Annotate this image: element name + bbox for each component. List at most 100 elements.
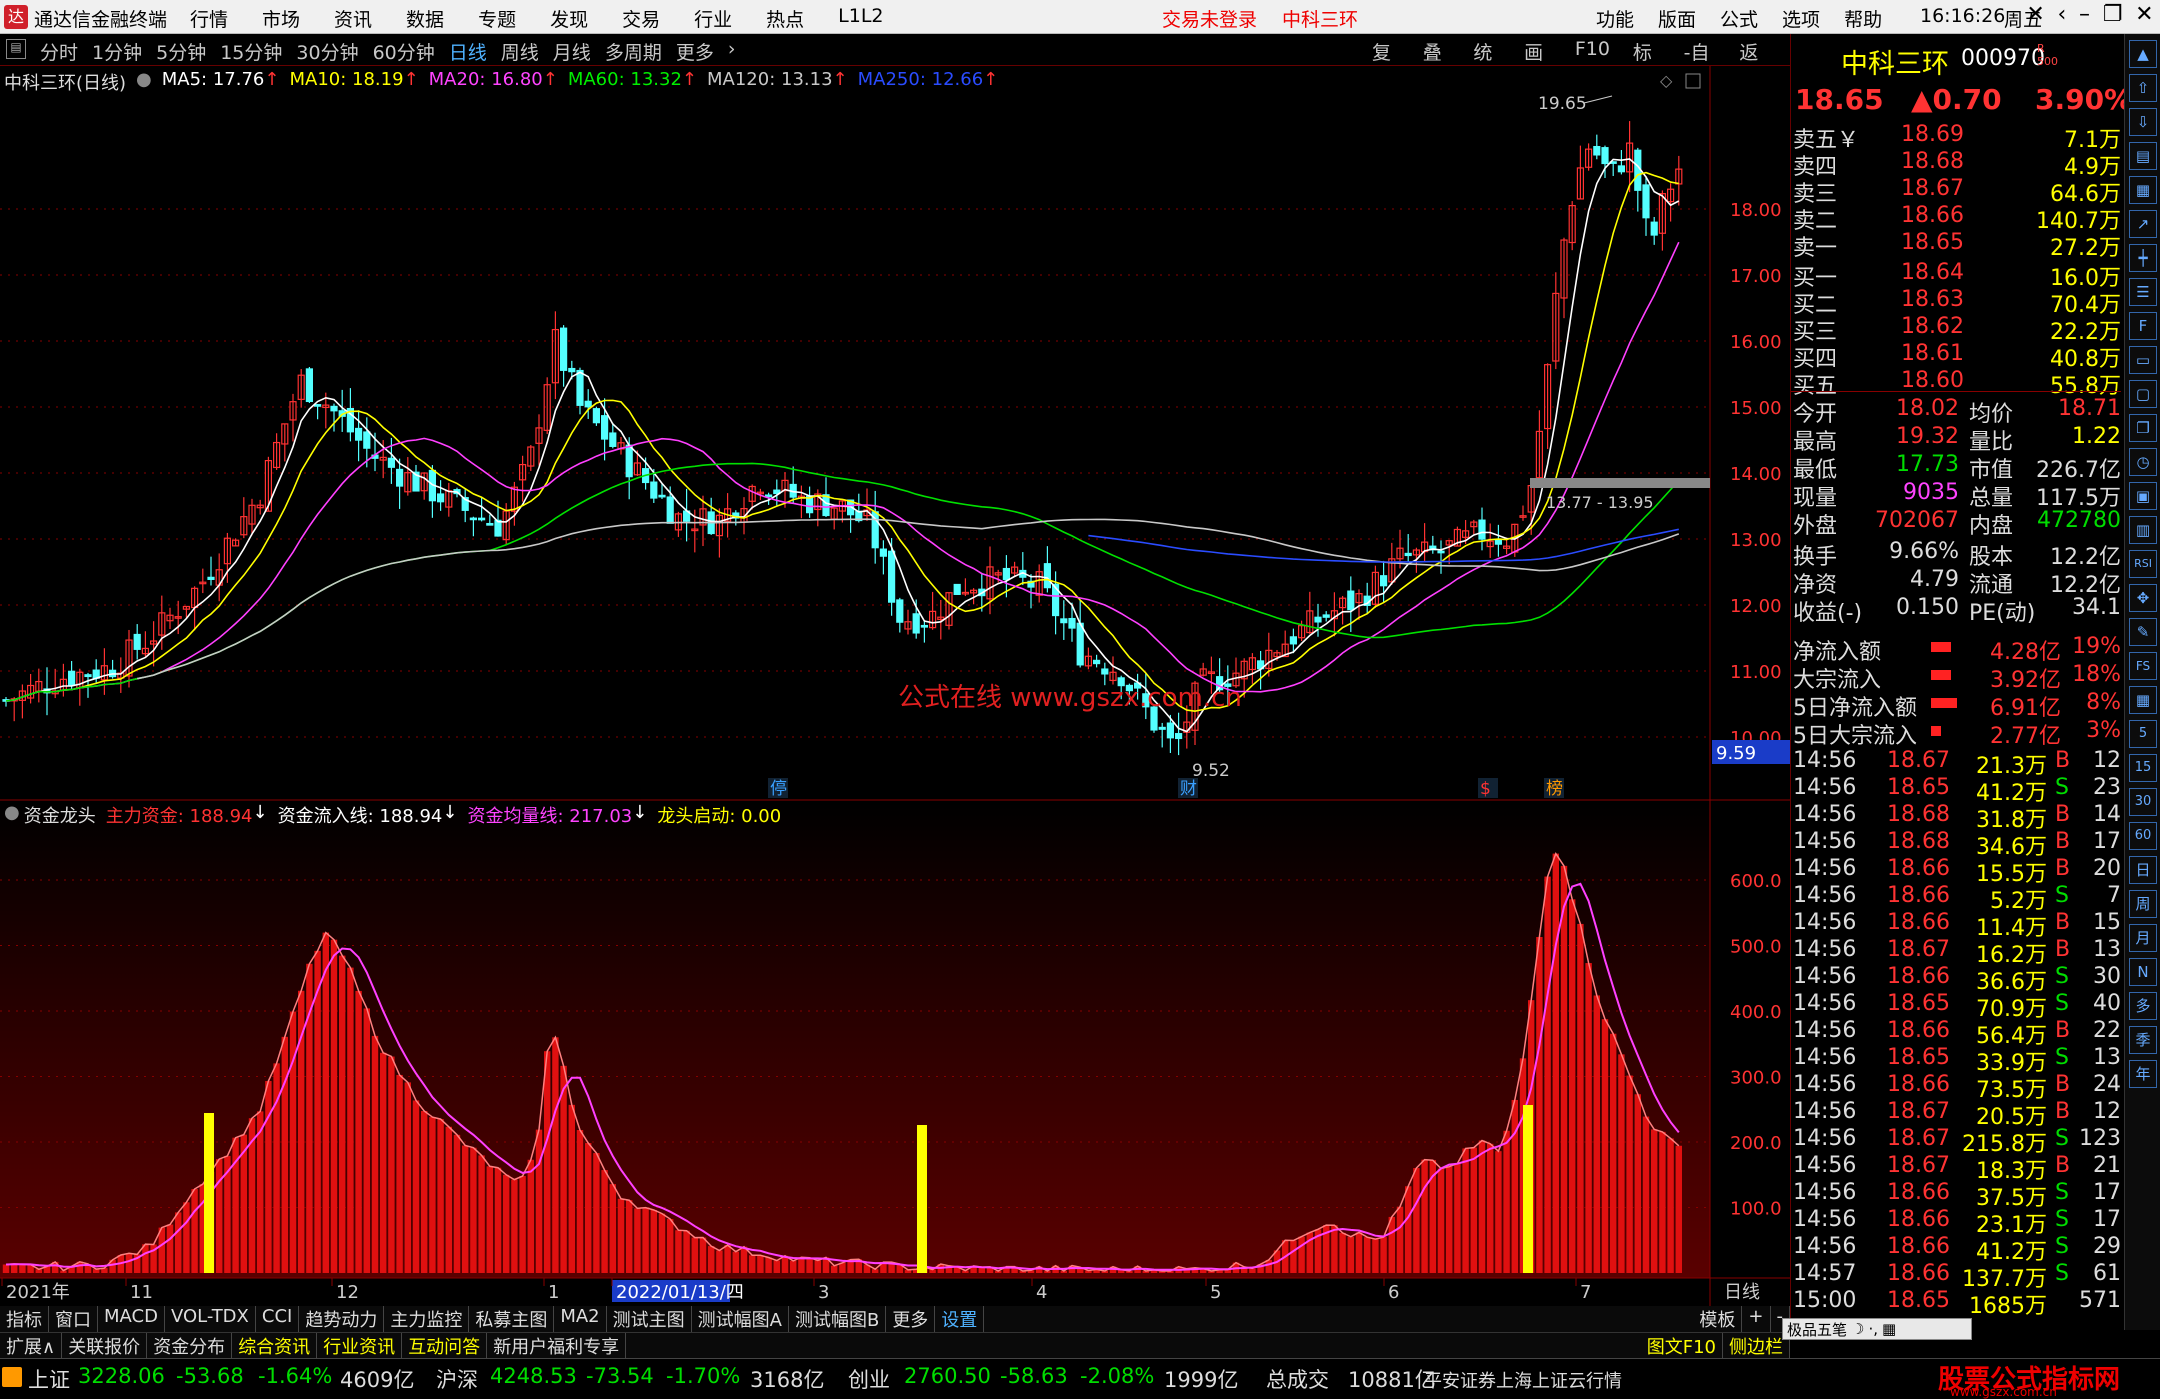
tab-macd[interactable]: MACD: [98, 1306, 165, 1332]
menu-l1l2[interactable]: L1L2: [838, 5, 883, 32]
tab-moban[interactable]: 模板: [1693, 1306, 1743, 1332]
tab-hangye[interactable]: 行业资讯: [317, 1333, 403, 1358]
sidebar-list-icon[interactable]: ☰: [2129, 278, 2157, 306]
menu-hangye[interactable]: 行业: [694, 5, 732, 32]
period-daily[interactable]: 日线: [449, 38, 487, 65]
sidebar-grid2-icon[interactable]: ▦: [2129, 686, 2157, 714]
close-icon[interactable]: ✕: [2135, 2, 2153, 27]
menu-gongneng[interactable]: 功能: [1596, 5, 1634, 32]
back-icon[interactable]: ‹: [2057, 2, 2066, 27]
tab-zhuli[interactable]: 主力监控: [384, 1306, 470, 1332]
sidebar-15-icon[interactable]: 15: [2129, 754, 2157, 782]
tab-tuwen-f10[interactable]: 图文F10: [1641, 1333, 1723, 1358]
fund-bar: [1421, 1159, 1428, 1273]
restore-icon[interactable]: ❐: [2103, 2, 2123, 27]
sidebar-up2-icon[interactable]: ⇧: [2129, 74, 2157, 102]
fund-bar: [1437, 1168, 1445, 1273]
sidebar-month[interactable]: 月: [2129, 924, 2157, 952]
close-panel-icon[interactable]: ✕: [2026, 2, 2044, 27]
tab-vol-tdx[interactable]: VOL-TDX: [165, 1306, 256, 1332]
status-icon[interactable]: [2, 1367, 22, 1387]
tab-simu[interactable]: 私募主图: [469, 1306, 555, 1332]
sidebar-move-icon[interactable]: ✥: [2129, 584, 2157, 612]
menu-bangzhu[interactable]: 帮助: [1844, 5, 1882, 32]
period-1min[interactable]: 1分钟: [92, 38, 142, 65]
sidebar-up-icon[interactable]: ▲: [2129, 40, 2157, 68]
sidebar-clock-icon[interactable]: ◷: [2129, 448, 2157, 476]
period-5min[interactable]: 5分钟: [156, 38, 206, 65]
tab-qushi[interactable]: 趋势动力: [299, 1306, 385, 1332]
sidebar-n[interactable]: N: [2129, 958, 2157, 986]
period-weekly[interactable]: 周线: [501, 38, 539, 65]
period-30min[interactable]: 30分钟: [296, 38, 358, 65]
sidebar-60-icon[interactable]: 60: [2129, 822, 2157, 850]
period-more[interactable]: 更多: [676, 38, 714, 65]
sidebar-multi[interactable]: 多: [2129, 992, 2157, 1020]
sidebar-day[interactable]: 日: [2129, 856, 2157, 884]
sidebar-week[interactable]: 周: [2129, 890, 2157, 918]
sidebar-rsi-icon[interactable]: RSI: [2129, 550, 2157, 578]
toggle-panel-icon[interactable]: ▤: [6, 39, 26, 59]
sidebar-report-icon[interactable]: ▤: [2129, 142, 2157, 170]
menu-zixun[interactable]: 资讯: [334, 5, 372, 32]
tab-guanlian[interactable]: 关联报价: [62, 1333, 148, 1358]
chevron-right-icon[interactable]: ›: [728, 38, 736, 65]
period-15min[interactable]: 15分钟: [220, 38, 282, 65]
sidebar-pen-icon[interactable]: ✎: [2129, 618, 2157, 646]
sidebar-bar-icon[interactable]: ▥: [2129, 516, 2157, 544]
sidebar-screen-icon[interactable]: ▣: [2129, 482, 2157, 510]
tab-chuangkou[interactable]: 窗口: [49, 1306, 98, 1332]
menu-redian[interactable]: 热点: [766, 5, 804, 32]
tab-cci[interactable]: CCI: [256, 1306, 300, 1332]
tab-xinyonghu[interactable]: 新用户福利专享: [487, 1333, 627, 1358]
sidebar-note-icon[interactable]: ▢: [2129, 380, 2157, 408]
period-monthly[interactable]: 月线: [553, 38, 591, 65]
sidebar-grid-icon[interactable]: ▦: [2129, 176, 2157, 204]
menu-gongshi[interactable]: 公式: [1720, 5, 1758, 32]
menu-shichang[interactable]: 市场: [262, 5, 300, 32]
tab-ceshi-b[interactable]: 测试幅图B: [789, 1306, 887, 1332]
sidebar-copy-icon[interactable]: ❐: [2129, 414, 2157, 442]
menu-jiaoyi[interactable]: 交易: [622, 5, 660, 32]
sidebar-5-icon[interactable]: 5: [2129, 720, 2157, 748]
tab-gengduo[interactable]: 更多: [886, 1306, 936, 1332]
sidebar-chart-icon[interactable]: ↗: [2129, 210, 2157, 238]
tab-shezhi[interactable]: 设置: [935, 1306, 985, 1332]
menu-shuju[interactable]: 数据: [406, 5, 444, 32]
corner-url: www.gszx.com.cn: [1950, 1385, 2057, 1399]
period-60min[interactable]: 60分钟: [373, 38, 435, 65]
trade-login-status[interactable]: 交易未登录: [1162, 5, 1257, 32]
candle-body: [1404, 552, 1412, 557]
tab-zhibiao[interactable]: 指标: [0, 1306, 49, 1332]
tab-ceshi-a[interactable]: 测试幅图A: [692, 1306, 789, 1332]
sidebar-30-icon[interactable]: 30: [2129, 788, 2157, 816]
kline-chart[interactable]: 18.00 17.00 16.00 15.00 14.00 13.00 12.00 11.00…: [0, 66, 1790, 1306]
sidebar-fs-icon[interactable]: FS: [2129, 652, 2157, 680]
period-fenshi[interactable]: 分时: [40, 38, 78, 65]
tab-hudong[interactable]: 互动问答: [402, 1333, 488, 1358]
menu-hangqing[interactable]: 行情: [190, 5, 228, 32]
tab-kuozhan[interactable]: 扩展∧: [0, 1333, 63, 1358]
tick-time: 14:56: [1793, 1207, 1857, 1232]
menu-zhuanti[interactable]: 专题: [478, 5, 516, 32]
sidebar-doc-icon[interactable]: ▭: [2129, 346, 2157, 374]
period-multi[interactable]: 多周期: [605, 38, 662, 65]
menu-faxian[interactable]: 发现: [550, 5, 588, 32]
legend-toggle-icon[interactable]: ●: [136, 69, 152, 95]
sidebar-candle-icon[interactable]: ┿: [2129, 244, 2157, 272]
minimize-icon[interactable]: –: [2079, 2, 2090, 27]
tab-zijin[interactable]: 资金分布: [147, 1333, 233, 1358]
ime-toolbar[interactable]: 极品五笔 ☽ ·, ▦: [1782, 1318, 1972, 1340]
menu-banmian[interactable]: 版面: [1658, 5, 1696, 32]
tab-ma2[interactable]: MA2: [554, 1306, 607, 1332]
menu-xuanxiang[interactable]: 选项: [1782, 5, 1820, 32]
tab-cebianlan[interactable]: 侧边栏: [1723, 1333, 1790, 1358]
sidebar-down-icon[interactable]: ⇩: [2129, 108, 2157, 136]
tab-ceshi-main[interactable]: 测试主图: [607, 1306, 692, 1332]
sidebar-fin-icon[interactable]: F: [2129, 312, 2157, 340]
indicator-toggle-icon[interactable]: ●: [4, 802, 20, 828]
sidebar-season[interactable]: 季: [2129, 1026, 2157, 1054]
sidebar-year[interactable]: 年: [2129, 1060, 2157, 1088]
tab-zonghe[interactable]: 综合资讯: [232, 1333, 318, 1358]
tab-add[interactable]: +: [1742, 1306, 1771, 1332]
